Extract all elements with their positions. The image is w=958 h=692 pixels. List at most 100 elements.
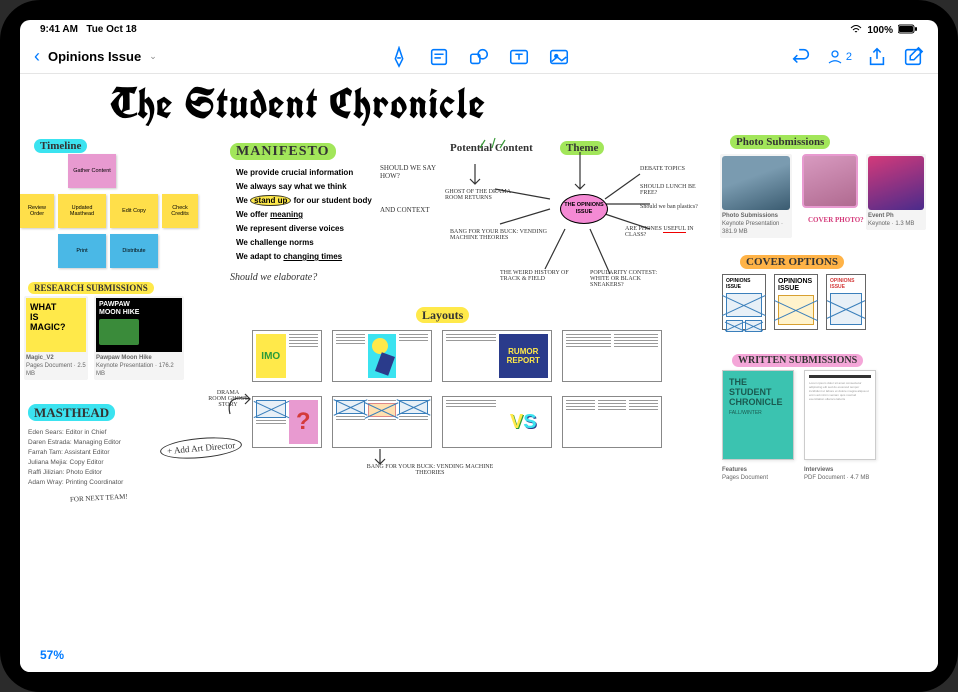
status-bar: 9:41 AM Tue Oct 18 100% xyxy=(20,20,938,40)
shape-tool-icon[interactable] xyxy=(468,46,490,68)
annot-next-team: FOR NEXT TEAM! xyxy=(70,492,130,503)
masthead-item: Adam Wray: Printing Coordinator xyxy=(28,478,123,488)
file-pawpaw[interactable]: PAWPAWMOON HIKE Pawpaw Moon HikeKeynote … xyxy=(94,296,184,380)
status-right: 100% xyxy=(850,24,918,36)
board-title[interactable]: The Student Chronicle xyxy=(70,76,870,131)
text-box-icon[interactable] xyxy=(508,46,530,68)
battery-level: 100% xyxy=(867,25,893,36)
manifesto-list[interactable]: We provide crucial information We always… xyxy=(236,166,372,264)
battery-icon xyxy=(898,24,918,37)
masthead-label: MASTHEAD xyxy=(28,404,115,421)
layout-shapes[interactable] xyxy=(332,330,432,382)
photo-cover-candidate[interactable] xyxy=(802,154,858,208)
photo-file-2[interactable]: Event PhKeynote · 1.3 MB xyxy=(866,154,926,230)
annot-add-art: + Add Art Director xyxy=(159,434,243,461)
share-icon[interactable] xyxy=(866,46,888,68)
masthead-list[interactable]: Eden Sears: Editor in Chief Daren Estrad… xyxy=(28,428,123,488)
back-button[interactable]: ‹ xyxy=(34,46,40,67)
manifesto-section: MANIFESTO xyxy=(230,142,336,160)
layout-imo[interactable]: IMO xyxy=(252,330,322,382)
node-ghost: GHOST OF THE DRAMA ROOM RETURNS xyxy=(445,189,525,201)
media-icon[interactable] xyxy=(548,46,570,68)
screen: 9:41 AM Tue Oct 18 100% ‹ Opinions Issue… xyxy=(20,20,938,672)
manifesto-item: We challenge norms xyxy=(236,236,372,250)
wifi-icon xyxy=(850,24,862,37)
layouts-label: Layouts xyxy=(416,307,469,323)
board-canvas[interactable]: The Student Chronicle Timeline Gather Co… xyxy=(20,74,938,672)
cover-label: COVER OPTIONS xyxy=(740,255,844,269)
collaboration-button[interactable]: 2 xyxy=(826,48,852,66)
undo-icon[interactable] xyxy=(790,46,812,68)
annot-cover-photo: COVER PHOTO? xyxy=(808,216,864,224)
drama-arrow xyxy=(220,384,260,424)
annot-sayhow: SHOULD WE SAY HOW? xyxy=(380,164,440,180)
mindmap-arrows xyxy=(440,134,700,314)
file-magic[interactable]: WHATISMAGIC? Magic_V2Pages Document · 2.… xyxy=(24,296,88,380)
masthead-item: Eden Sears: Editor in Chief xyxy=(28,428,123,438)
research-section: RESEARCH SUBMISSIONS xyxy=(28,278,154,296)
node-phones: ARE PHONES USEFUL IN CLASS? xyxy=(625,226,695,238)
timeline-label: Timeline xyxy=(34,139,87,153)
chevron-down-icon[interactable]: ⌄ xyxy=(149,51,157,62)
zoom-level[interactable]: 57% xyxy=(34,646,70,664)
annot-elaborate: Should we elaborate? xyxy=(230,272,317,283)
layout-q1[interactable]: ? xyxy=(252,396,322,448)
written-interviews[interactable]: Lorem ipsum dolor sit amet consectetur a… xyxy=(804,370,876,460)
sticky-review[interactable]: Review Order xyxy=(20,194,54,228)
masthead-section: MASTHEAD xyxy=(28,404,115,422)
manifesto-item: We adapt to changing times xyxy=(236,250,372,264)
node-popularity: POPULARITY CONTEST: WHITE OR BLACK SNEAK… xyxy=(590,270,660,288)
sticky-edit[interactable]: Edit Copy xyxy=(110,194,158,228)
manifesto-item: We provide crucial information xyxy=(236,166,372,180)
sticky-print[interactable]: Print xyxy=(58,234,106,268)
photo-section: Photo Submissions xyxy=(730,132,830,150)
cover-section: COVER OPTIONS xyxy=(740,252,844,270)
pen-tool-icon[interactable] xyxy=(388,46,410,68)
written-features[interactable]: THE STUDENT CHRONICLE FALL/WINTER xyxy=(722,370,794,460)
node-lunch: SHOULD LUNCH BE FREE? xyxy=(640,184,700,196)
collab-count: 2 xyxy=(846,51,852,63)
layouts-label-wrap: Layouts xyxy=(416,306,469,324)
sticky-distribute[interactable]: Distribute xyxy=(110,234,158,268)
annot-context: AND CONTEXT xyxy=(380,206,430,214)
layout-text2[interactable] xyxy=(562,396,662,448)
compose-icon[interactable] xyxy=(902,46,924,68)
masthead-item: Juliana Mejia: Copy Editor xyxy=(28,458,123,468)
masthead-item: Raffi Jilizian: Photo Editor xyxy=(28,468,123,478)
cover-opt-3[interactable]: OPINIONS ISSUE xyxy=(826,274,866,330)
layout-text1[interactable] xyxy=(562,330,662,382)
sticky-gather[interactable]: Gather Content xyxy=(68,154,116,188)
cover-opt-2[interactable]: OPINIONS ISSUE xyxy=(774,274,818,330)
node-vending: BANG FOR YOUR BUCK: VENDING MACHINE THEO… xyxy=(450,229,550,241)
node-plastics: Should we ban plastics? xyxy=(640,204,700,210)
document-title[interactable]: Opinions Issue xyxy=(48,49,141,64)
written-label: WRITTEN SUBMISSIONS xyxy=(732,354,863,367)
layout-rumor[interactable]: RUMOR REPORT xyxy=(442,330,552,382)
sticky-masthead[interactable]: Updated Masthead xyxy=(58,194,106,228)
timeline-section: Timeline xyxy=(34,136,87,154)
masthead-item: Daren Estrada: Managing Editor xyxy=(28,438,123,448)
manifesto-item: We stand up for our student body xyxy=(236,194,372,208)
node-track: THE WEIRD HISTORY OF TRACK & FIELD xyxy=(500,270,570,282)
status-date: Tue Oct 18 xyxy=(86,24,136,35)
layout-grid[interactable] xyxy=(332,396,432,448)
node-debate: DEBATE TOPICS xyxy=(640,166,690,172)
photo-label: Photo Submissions xyxy=(730,135,830,149)
status-left: 9:41 AM Tue Oct 18 xyxy=(40,24,137,36)
layout-vs[interactable]: VS xyxy=(442,396,552,448)
sticky-credits[interactable]: Check Credits xyxy=(162,194,198,228)
manifesto-item: We always say what we think xyxy=(236,180,372,194)
photo-file-1[interactable]: Photo SubmissionsKeynote Presentation · … xyxy=(720,154,792,238)
theme-bubble[interactable]: THE OPINIONS ISSUE xyxy=(560,194,608,224)
written-section: WRITTEN SUBMISSIONS xyxy=(732,350,863,368)
manifesto-item: We represent diverse voices xyxy=(236,222,372,236)
masthead-item: Farrah Tam: Assistant Editor xyxy=(28,448,123,458)
sticky-note-icon[interactable] xyxy=(428,46,450,68)
status-time: 9:41 AM xyxy=(40,24,78,35)
manifesto-item: We offer meaning xyxy=(236,208,372,222)
toolbar: ‹ Opinions Issue ⌄ 2 xyxy=(20,40,938,74)
cover-opt-1[interactable]: OPINIONS ISSUE xyxy=(722,274,766,330)
vending-arrow xyxy=(370,449,390,469)
research-label: RESEARCH SUBMISSIONS xyxy=(28,282,154,294)
board-title-wrap: The Student Chronicle xyxy=(70,76,870,131)
